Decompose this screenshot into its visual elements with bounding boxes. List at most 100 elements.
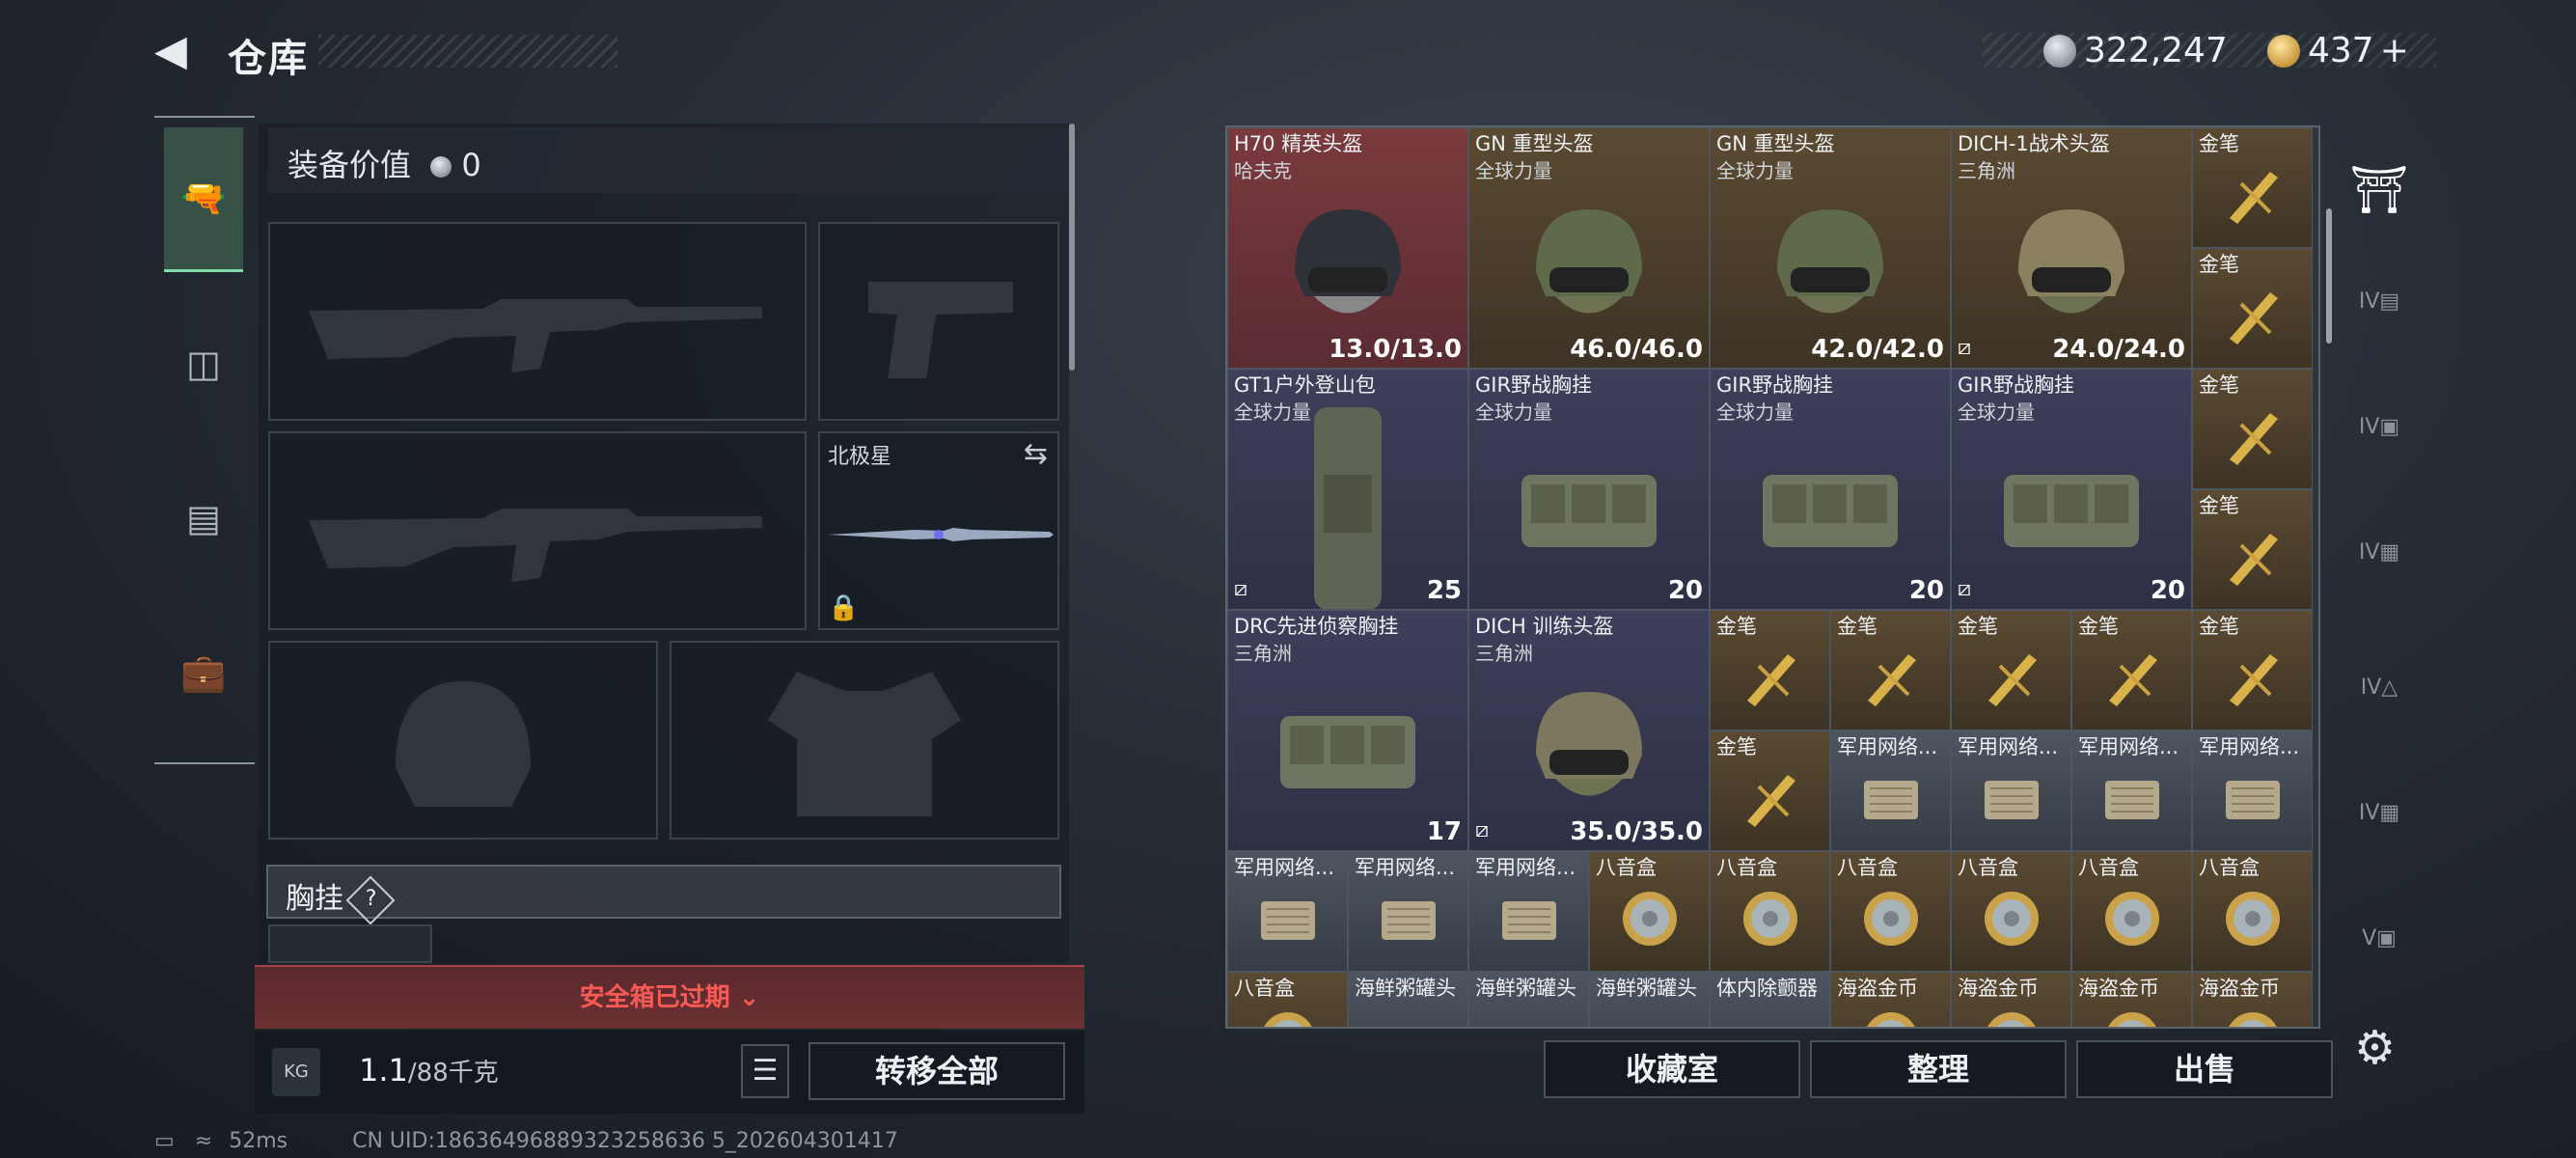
gun-icon: 🔫 <box>180 177 227 219</box>
equipment-scrollbar[interactable] <box>1069 124 1075 371</box>
arrange-button[interactable]: 整理 <box>1810 1040 2067 1098</box>
item-name: 八音盒 <box>1837 856 1898 879</box>
case-iv-tab-2[interactable]: IV▣ <box>2348 415 2410 473</box>
item-name: 海盗金币 <box>1958 977 2039 1000</box>
swap-icon[interactable]: ⇆ <box>1024 437 1048 471</box>
inventory-item[interactable]: 军用网络... <box>1830 731 1951 851</box>
grid-scrollbar[interactable] <box>2326 208 2332 344</box>
inventory-item[interactable]: H70 精英头盔 哈夫克 13.0/13.0 <box>1227 127 1468 369</box>
secondary-weapon-slot[interactable] <box>268 431 807 630</box>
inventory-item[interactable]: GN 重型头盔 全球力量 46.0/46.0 <box>1468 127 1710 369</box>
inventory-item[interactable]: 八音盒 <box>1710 851 1830 972</box>
inventory-item[interactable]: 海盗金币 <box>2192 972 2313 1027</box>
inventory-item[interactable]: 金笔 <box>2192 127 2313 248</box>
inventory-item[interactable]: 金笔 <box>1710 731 1830 851</box>
inventory-item[interactable]: 金笔 <box>2192 248 2313 369</box>
list-view-button[interactable]: ☰ <box>741 1044 789 1098</box>
item-name: 金笔 <box>2078 615 2119 638</box>
inventory-item[interactable]: 金笔 <box>1951 610 2071 731</box>
item-name: GN 重型头盔 <box>1716 132 1835 155</box>
inventory-item[interactable]: 金笔 <box>2192 489 2313 610</box>
inventory-item[interactable]: 金笔 <box>1830 610 1951 731</box>
collection-room-button[interactable]: 收藏室 <box>1544 1040 1800 1098</box>
item-name: 金笔 <box>1716 735 1757 758</box>
item-name: 八音盒 <box>2199 856 2260 879</box>
back-arrow-icon[interactable]: ◀ <box>154 29 199 73</box>
weight-icon: KG <box>272 1048 320 1096</box>
item-durability: 24.0/24.0 <box>2052 335 2185 364</box>
case-iv-tab-5[interactable]: IV▦ <box>2348 801 2410 859</box>
gold-currency[interactable]: 437 + <box>2267 31 2409 70</box>
inventory-item[interactable]: GIR野战胸挂 全球力量 20 <box>1468 369 1710 610</box>
inventory-item[interactable]: 海盗金币 <box>1830 972 1951 1027</box>
inventory-item[interactable]: 海盗金币 <box>1951 972 2071 1027</box>
case-iv-tab-1[interactable]: IV▤ <box>2348 290 2410 347</box>
backpack-icon: ▤ <box>186 497 221 539</box>
silver-amount: 322,247 <box>2084 31 2228 70</box>
gold-pen-icon <box>2229 533 2278 586</box>
page-title: 仓库 <box>228 37 309 81</box>
sidearm-slot[interactable] <box>818 222 1059 421</box>
inventory-item[interactable]: 军用网络... <box>1468 851 1589 972</box>
inventory-item[interactable]: 金笔 <box>2071 610 2192 731</box>
inventory-item[interactable]: 八音盒 <box>1227 972 1348 1027</box>
inventory-item[interactable]: 金笔 <box>2192 369 2313 489</box>
nav-toolbox[interactable]: 💼 <box>164 600 243 745</box>
inventory-item[interactable]: 八音盒 <box>1830 851 1951 972</box>
primary-weapon-slot[interactable] <box>268 222 807 421</box>
vault-icon[interactable]: ⛩ <box>2348 162 2410 220</box>
equipment-value: 0 <box>461 147 481 183</box>
inventory-item[interactable]: 军用网络... <box>1227 851 1348 972</box>
inventory-item[interactable]: 体内除颤器 <box>1710 972 1830 1027</box>
item-name: DICH 训练头盔 <box>1475 615 1614 638</box>
inventory-item[interactable]: 金笔 <box>2192 610 2313 731</box>
inventory-item[interactable]: 军用网络... <box>2071 731 2192 851</box>
transfer-all-button[interactable]: 转移全部 <box>808 1042 1065 1100</box>
inventory-item[interactable]: 军用网络... <box>1348 851 1468 972</box>
chest-rig-label: 胸挂 <box>286 882 343 916</box>
item-name: 金笔 <box>1716 615 1757 638</box>
gold-amount: 437 <box>2308 31 2374 70</box>
sell-button[interactable]: 出售 <box>2076 1040 2333 1098</box>
melee-slot[interactable]: 北极星 ⇆ 🔒 <box>818 431 1059 630</box>
safebox-expired-banner[interactable]: 安全箱已过期 ⌄ <box>255 965 1084 1029</box>
help-icon[interactable]: ? <box>345 875 396 924</box>
case-iv-tab-4[interactable]: IV△ <box>2348 676 2410 733</box>
network-device-icon <box>1260 900 1315 940</box>
inventory-item[interactable]: GIR野战胸挂 全球力量 20 <box>1710 369 1951 610</box>
case-v-tab[interactable]: V▣ <box>2348 926 2410 984</box>
inventory-item[interactable]: 海鲜粥罐头 <box>1468 972 1589 1027</box>
case-iv-tab-3[interactable]: IV▦ <box>2348 540 2410 598</box>
nav-weapons[interactable]: 🔫 <box>164 127 243 272</box>
network-device-icon <box>1863 780 1918 819</box>
nav-backpack[interactable]: ▤ <box>164 446 243 591</box>
item-durability: 42.0/42.0 <box>1811 335 1944 364</box>
inventory-item[interactable]: 海鲜粥罐头 <box>1589 972 1710 1027</box>
inventory-item[interactable]: 军用网络... <box>2192 731 2313 851</box>
inventory-item[interactable]: GT1户外登山包 全球力量 25 ⧄ <box>1227 369 1468 610</box>
nav-armor[interactable]: ◫ <box>164 291 243 436</box>
helmet-slot[interactable] <box>268 641 658 840</box>
inventory-item[interactable]: 海盗金币 <box>2071 972 2192 1027</box>
inventory-item[interactable]: 海鲜粥罐头 <box>1348 972 1468 1027</box>
inventory-item[interactable]: GN 重型头盔 全球力量 42.0/42.0 <box>1710 127 1951 369</box>
armor-slot[interactable] <box>670 641 1059 840</box>
inventory-item[interactable]: 八音盒 <box>2071 851 2192 972</box>
inventory-item[interactable]: 金笔 <box>1710 610 1830 731</box>
chest-rig-slot[interactable] <box>268 924 432 963</box>
inventory-item[interactable]: 军用网络... <box>1951 731 2071 851</box>
inventory-item[interactable]: DICH 训练头盔 三角洲 35.0/35.0 ⧄ <box>1468 610 1710 851</box>
inventory-item[interactable]: 八音盒 <box>1951 851 2071 972</box>
settings-gear-icon[interactable]: ⚙ <box>2354 1021 2396 1075</box>
gold-pen-icon <box>2229 412 2278 465</box>
inventory-item[interactable]: GIR野战胸挂 全球力量 20 ⧄ <box>1951 369 2192 610</box>
item-name: 金笔 <box>1837 615 1877 638</box>
inventory-item[interactable]: DRC先进侦察胸挂 三角洲 17 <box>1227 610 1468 851</box>
item-durability: 17 <box>1426 817 1462 846</box>
add-gold-button[interactable]: + <box>2380 31 2409 70</box>
inventory-item[interactable]: DICH-1战术头盔 三角洲 24.0/24.0 ⧄ <box>1951 127 2192 369</box>
inventory-item[interactable]: 八音盒 <box>1589 851 1710 972</box>
inventory-item[interactable]: 八音盒 <box>2192 851 2313 972</box>
armor-icon: ◫ <box>186 343 221 385</box>
melee-name: 北极星 <box>828 445 892 469</box>
